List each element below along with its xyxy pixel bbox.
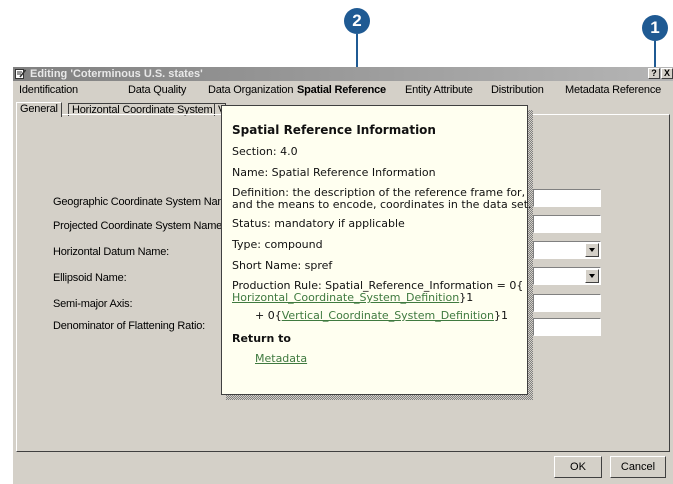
chevron-down-icon bbox=[589, 274, 595, 278]
metadata-link[interactable]: Metadata bbox=[255, 352, 307, 365]
popup-type: Type: compound bbox=[232, 238, 323, 251]
menu-entity-attribute[interactable]: Entity Attribute bbox=[405, 83, 473, 97]
field-label-horizontal-datum: Horizontal Datum Name: bbox=[53, 246, 170, 258]
popup-status: Status: mandatory if applicable bbox=[232, 217, 405, 230]
ellipsoid-dropdown-button[interactable] bbox=[585, 269, 599, 283]
field-label-ellipsoid: Ellipsoid Name: bbox=[53, 272, 127, 284]
popup-short-name: Short Name: spref bbox=[232, 259, 333, 272]
rule-suffix-1: }1 bbox=[459, 291, 474, 304]
field-label-geographic-cs: Geographic Coordinate System Name bbox=[53, 196, 233, 208]
popup-production-rule-line-2: Horizontal_Coordinate_System_Definition}… bbox=[232, 291, 524, 305]
menu-data-organization[interactable]: Data Organization bbox=[208, 83, 293, 97]
callout-1: 1 bbox=[642, 15, 668, 41]
ok-button[interactable]: OK bbox=[554, 456, 602, 478]
menu-data-quality[interactable]: Data Quality bbox=[128, 83, 186, 97]
help-popup: Spatial Reference Information Section: 4… bbox=[221, 105, 532, 395]
popup-name: Name: Spatial Reference Information bbox=[232, 166, 436, 179]
popup-metadata-line: Metadata bbox=[255, 352, 547, 366]
popup-production-rule-line-3: + 0{Vertical_Coordinate_System_Definitio… bbox=[255, 309, 547, 323]
help-button[interactable]: ? bbox=[648, 68, 660, 79]
field-label-flattening-ratio: Denominator of Flattening Ratio: bbox=[53, 320, 205, 332]
geographic-cs-name-input[interactable] bbox=[533, 189, 601, 207]
horizontal-cs-definition-link[interactable]: Horizontal_Coordinate_System_Definition bbox=[232, 291, 459, 304]
tab-general[interactable]: General bbox=[16, 102, 62, 117]
cancel-button[interactable]: Cancel bbox=[610, 456, 666, 478]
popup-title: Spatial Reference Information bbox=[232, 123, 436, 137]
window-title: Editing 'Coterminous U.S. states' bbox=[30, 68, 203, 80]
field-label-semi-major-axis: Semi-major Axis: bbox=[53, 298, 133, 310]
popup-section: Section: 4.0 bbox=[232, 145, 298, 158]
menu-distribution[interactable]: Distribution bbox=[491, 83, 544, 97]
field-label-projected-cs: Projected Coordinate System Name: bbox=[53, 220, 225, 232]
vertical-cs-definition-link[interactable]: Vertical_Coordinate_System_Definition bbox=[282, 309, 494, 322]
edit-document-icon bbox=[15, 69, 26, 79]
section-menu-bar: Identification Data Quality Data Organiz… bbox=[13, 82, 673, 98]
popup-return-to: Return to bbox=[232, 332, 291, 345]
ellipsoid-name-combo[interactable] bbox=[533, 267, 601, 285]
menu-spatial-reference[interactable]: Spatial Reference bbox=[297, 83, 386, 97]
menu-identification[interactable]: Identification bbox=[19, 83, 78, 97]
rule-prefix-2: + 0{ bbox=[255, 309, 282, 322]
title-bar: Editing 'Coterminous U.S. states' ? X bbox=[13, 67, 673, 81]
popup-definition-line-2: and the means to encode, coordinates in … bbox=[232, 198, 532, 211]
projected-cs-name-input[interactable] bbox=[533, 215, 601, 233]
rule-suffix-2: }1 bbox=[493, 309, 508, 322]
callout-2: 2 bbox=[344, 8, 370, 34]
horizontal-datum-dropdown-button[interactable] bbox=[585, 243, 599, 257]
close-button[interactable]: X bbox=[661, 68, 673, 79]
horizontal-datum-combo[interactable] bbox=[533, 241, 601, 259]
menu-metadata-reference[interactable]: Metadata Reference bbox=[565, 83, 661, 97]
chevron-down-icon bbox=[589, 248, 595, 252]
